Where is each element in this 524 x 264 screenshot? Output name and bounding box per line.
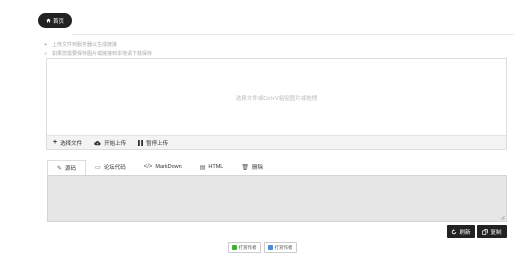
- tab-html[interactable]: ▤ HTML: [191, 159, 233, 175]
- home-button[interactable]: 首页: [38, 13, 72, 28]
- drop-zone[interactable]: 选择文件或Ctrl+V粘贴图片或拖拽: [47, 59, 506, 137]
- trash-icon: 🗑: [241, 164, 249, 171]
- output-tabs: ✎ 源码 ▭ 论坛代码 </> MarkDown ▤ HTML 🗑 删除: [47, 158, 507, 176]
- tip-item: + 上传文件到服务器以生成链接: [44, 42, 118, 48]
- info-icon: ○: [44, 51, 48, 57]
- home-icon: [46, 18, 51, 23]
- refresh-icon: [452, 228, 457, 234]
- upload-panel: 选择文件或Ctrl+V粘贴图片或拖拽 + 选择文件 开始上传 暂停上传: [46, 58, 507, 150]
- output-textarea[interactable]: [47, 175, 507, 222]
- donate-bar: 打赏作者 打赏作者: [0, 242, 524, 253]
- drop-hint: 选择文件或Ctrl+V粘贴图片或拖拽: [235, 96, 318, 102]
- home-label: 首页: [52, 18, 64, 25]
- upload-toolbar: + 选择文件 开始上传 暂停上传: [47, 135, 506, 149]
- tab-markdown[interactable]: </> MarkDown: [135, 159, 191, 175]
- file-icon: ▤: [199, 164, 206, 171]
- copy-icon: [482, 228, 489, 235]
- tab-delete[interactable]: 🗑 删除: [232, 159, 272, 175]
- resize-grip-icon[interactable]: [500, 215, 505, 220]
- copy-button[interactable]: 复制: [477, 225, 507, 238]
- upload-tips: + 上传文件到服务器以生成链接 ○ 如果您需要保存图片或链接到本地请下载保存: [44, 41, 152, 59]
- donate-wechat-button[interactable]: 打赏作者: [227, 242, 261, 253]
- plus-icon: +: [53, 138, 58, 146]
- plus-icon: +: [44, 42, 47, 48]
- tab-forum-code[interactable]: ▭ 论坛代码: [86, 159, 135, 175]
- code-icon: </>: [143, 164, 153, 170]
- divider: [72, 34, 514, 35]
- pause-upload-button[interactable]: 暂停上传: [138, 139, 168, 147]
- donate-alipay-button[interactable]: 打赏作者: [263, 242, 297, 253]
- cloud-upload-icon: [94, 140, 101, 145]
- start-upload-button[interactable]: 开始上传: [94, 139, 126, 147]
- select-file-button[interactable]: + 选择文件: [53, 139, 82, 147]
- tab-source[interactable]: ✎ 源码: [47, 160, 87, 176]
- pause-icon: [138, 139, 144, 146]
- comment-icon: ▭: [95, 164, 101, 171]
- wechat-icon: [231, 245, 237, 250]
- link-icon: ✎: [57, 165, 63, 172]
- alipay-icon: [267, 245, 273, 250]
- refresh-button[interactable]: 刷新: [447, 225, 475, 238]
